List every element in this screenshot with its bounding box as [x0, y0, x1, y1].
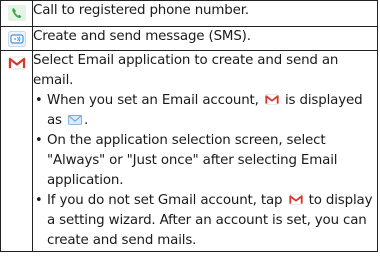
phone-icon — [7, 5, 26, 21]
list-item: • When you set an Email account, is disp… — [33, 91, 377, 131]
bullet-dot: • — [35, 193, 43, 208]
icon-cell — [0, 50, 33, 252]
gmail-icon — [264, 94, 279, 105]
email-envelope-icon — [68, 115, 82, 125]
icon-cell — [0, 26, 33, 51]
row-description: Call to registered phone number. — [32, 0, 378, 27]
email-row-description: Select Email application to create and s… — [32, 50, 378, 252]
gmail-icon — [8, 56, 25, 70]
reference-table: Call to registered phone number. Create … — [0, 0, 378, 252]
note-list: • When you set an Email account, is disp… — [33, 91, 377, 251]
row-description: Select Email application to create and s… — [33, 53, 339, 88]
table-row: Select Email application to create and s… — [0, 50, 378, 252]
table-row: Create and send message (SMS). — [0, 26, 378, 51]
note-text: On the application selection screen, sel… — [47, 133, 338, 188]
icon-cell — [0, 0, 33, 27]
note-text: . — [84, 113, 89, 128]
note-text: When you set an Email account, — [47, 93, 259, 108]
gmail-icon — [288, 194, 303, 205]
sms-message-icon — [7, 31, 26, 47]
list-item: • On the application selection screen, s… — [33, 131, 377, 191]
note-text: If you do not set Gmail account, tap — [47, 193, 283, 208]
table-row: Call to registered phone number. — [0, 0, 378, 27]
row-description: Create and send message (SMS). — [32, 26, 378, 51]
bullet-dot: • — [35, 93, 43, 108]
list-item: • If you do not set Gmail account, tap t… — [33, 191, 377, 251]
bullet-dot: • — [35, 133, 43, 148]
